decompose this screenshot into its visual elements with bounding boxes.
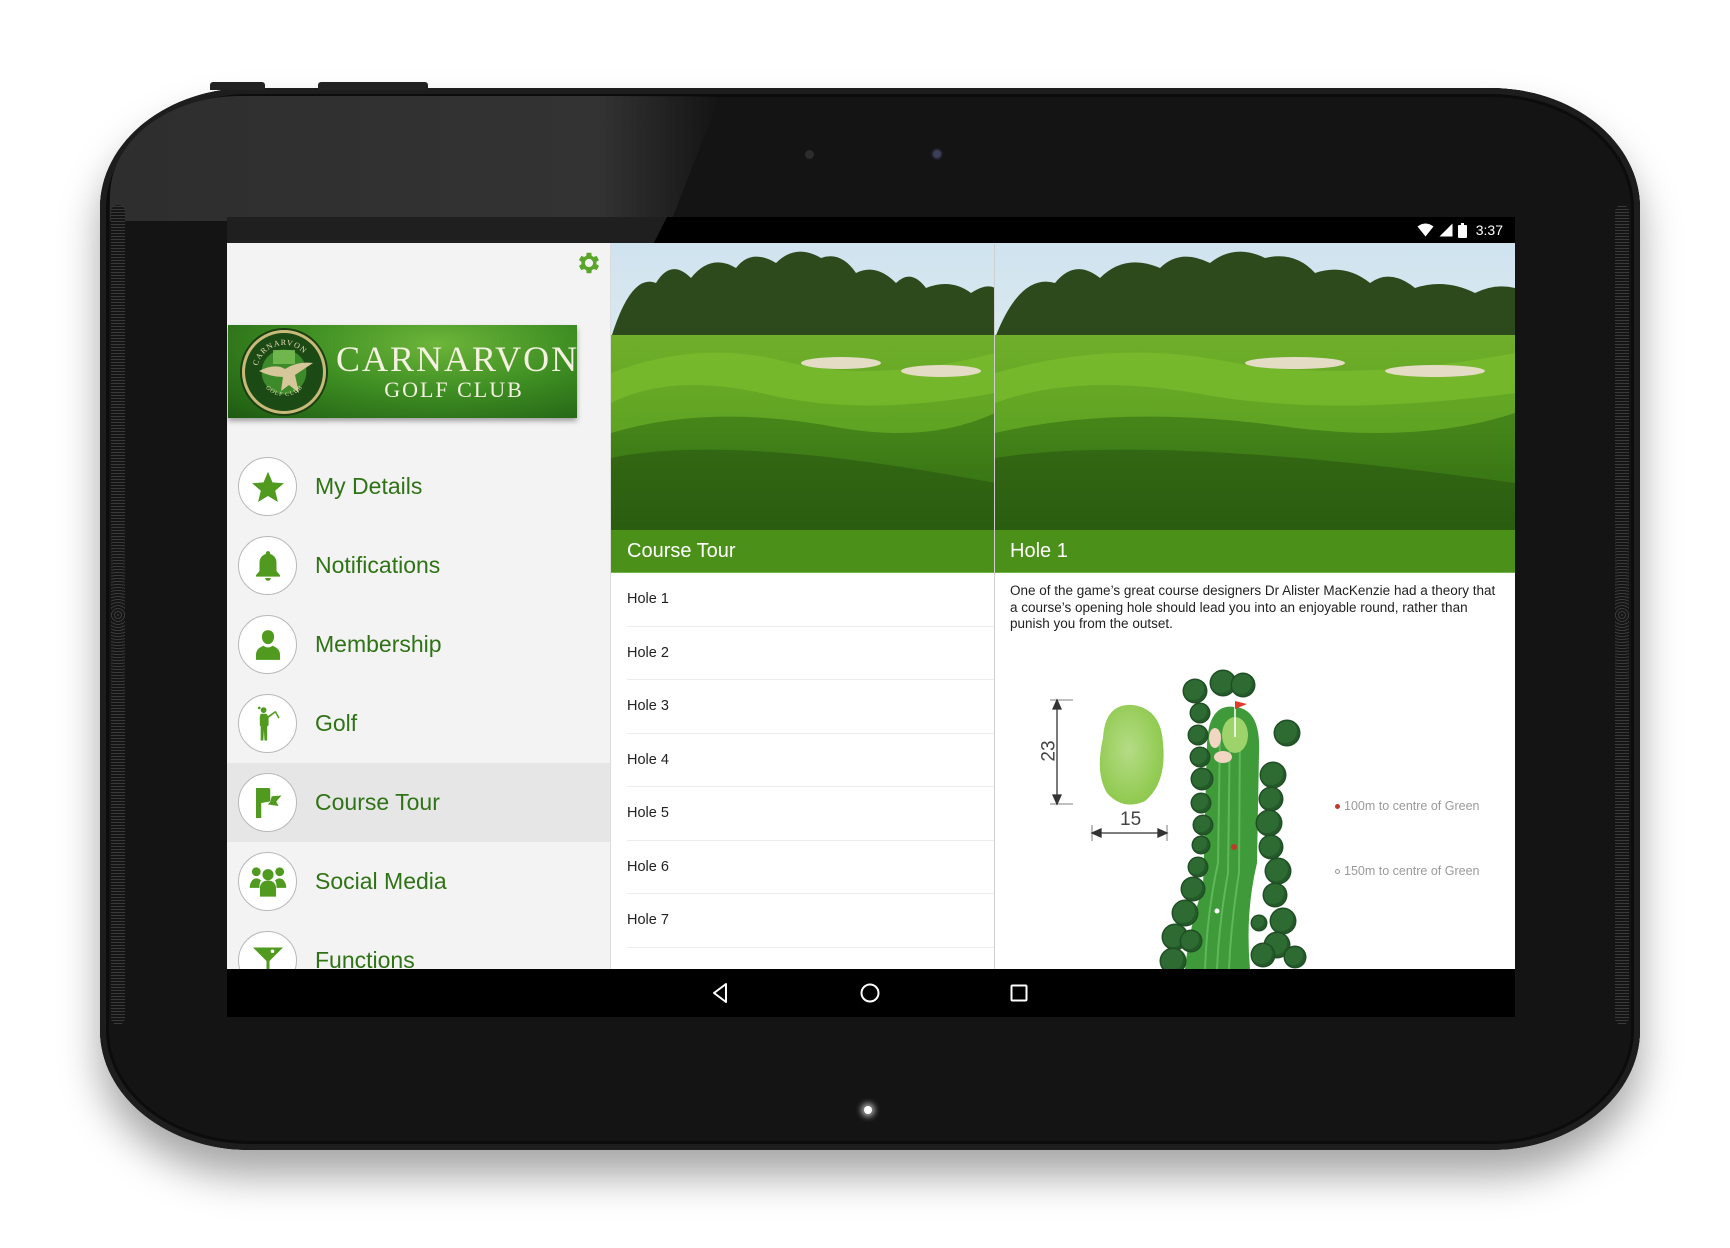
back-button[interactable] xyxy=(709,981,733,1005)
club-crest: CARNARVON GOLF CLUB xyxy=(242,330,326,414)
green-shape xyxy=(1099,704,1164,805)
hole-detail-panel: Hole 1 One of the game’s great course de… xyxy=(995,243,1515,969)
hole-list-item[interactable]: Hole 4 xyxy=(611,734,994,788)
course-tour-panel: Course Tour Hole 1 Hole 2 Hole 3 Hole 4 … xyxy=(611,243,995,969)
menu-icon-badge xyxy=(238,457,297,516)
drawer-menu: My Details Notifications Membership Golf… xyxy=(227,447,610,969)
menu-icon-badge xyxy=(238,694,297,753)
gear-icon[interactable] xyxy=(575,249,603,277)
hole-list-item[interactable]: Hole 1 xyxy=(611,573,994,627)
club-subtitle: GOLF CLUB xyxy=(384,377,524,402)
menu-label: Membership xyxy=(315,631,442,657)
menu-icon-badge xyxy=(238,773,297,832)
device-screen: 3:37 CARNARVON GOLF CLUB CARNARVON GOLF … xyxy=(227,217,1515,1017)
menu-label: Notifications xyxy=(315,552,441,578)
hole-detail-title: Hole 1 xyxy=(1010,540,1068,562)
green-width-label: 15 xyxy=(1120,809,1142,830)
hole-label: Hole 6 xyxy=(627,858,669,875)
hardware-button xyxy=(210,82,265,90)
menu-item-course-tour[interactable]: Course Tour xyxy=(227,763,610,842)
bell-icon xyxy=(255,550,280,581)
menu-item-membership[interactable]: Membership xyxy=(227,605,610,684)
hole-list-item[interactable]: Hole 6 xyxy=(611,841,994,895)
menu-icon-badge xyxy=(238,536,297,595)
hole-list-item[interactable]: Hole 5 xyxy=(611,787,994,841)
hole-list: Hole 1 Hole 2 Hole 3 Hole 4 Hole 5 Hole … xyxy=(611,573,994,948)
cell-signal-icon xyxy=(1439,223,1453,237)
speaker-grille-right xyxy=(1615,205,1629,1025)
hardware-button xyxy=(318,82,428,90)
menu-icon-badge xyxy=(238,852,297,911)
course-photo xyxy=(611,243,994,530)
bezel-glare xyxy=(110,96,720,221)
pin-flag-icon xyxy=(1235,701,1247,709)
hole-detail-header: Hole 1 xyxy=(995,530,1515,573)
app-window: CARNARVON GOLF CLUB CARNARVON GOLF CLUB … xyxy=(227,243,1515,969)
menu-label: Functions xyxy=(315,947,415,969)
hole-label: Hole 3 xyxy=(627,698,669,714)
course-tour-title: Course Tour xyxy=(627,540,736,562)
battery-icon xyxy=(1457,222,1467,238)
club-logo-banner: CARNARVON GOLF CLUB CARNARVON GOLF CLUB xyxy=(228,325,577,418)
status-icons: 3:37 xyxy=(1417,217,1503,243)
notification-led xyxy=(864,1106,872,1114)
camera-icon xyxy=(931,148,943,160)
status-bar-shade xyxy=(227,217,667,243)
menu-label: Course Tour xyxy=(315,789,440,815)
hole-photo xyxy=(995,243,1515,530)
group-icon xyxy=(249,866,286,897)
sensor-icon xyxy=(805,150,814,159)
club-name: CARNARVON xyxy=(336,339,580,379)
hole-label: Hole 2 xyxy=(627,644,669,661)
menu-item-social-media[interactable]: Social Media xyxy=(227,842,610,921)
legend-label: 150m to centre of Green xyxy=(1344,864,1480,878)
legend-100m: 100m to centre of Green xyxy=(1335,799,1480,813)
red-dot-icon xyxy=(1335,803,1340,809)
white-dot-icon xyxy=(1335,868,1340,874)
legend-150m: 150m to centre of Green xyxy=(1335,864,1480,878)
status-bar: 3:37 xyxy=(227,217,1515,243)
star-icon xyxy=(251,471,284,502)
menu-item-golf[interactable]: Golf xyxy=(227,684,610,763)
menu-item-functions[interactable]: Functions xyxy=(227,921,610,969)
eagle-icon: CARNARVON GOLF CLUB xyxy=(251,338,313,398)
menu-label: Social Media xyxy=(315,868,447,894)
hole-list-item[interactable]: Hole 2 xyxy=(611,627,994,681)
menu-icon-badge xyxy=(238,615,297,674)
hole-diagram: 100m to centre of Green 150m to centre o… xyxy=(995,623,1515,969)
green-depth-label: 23 xyxy=(1038,740,1060,762)
home-button[interactable] xyxy=(858,981,882,1005)
hole-label: Hole 5 xyxy=(627,805,669,821)
navigation-drawer: CARNARVON GOLF CLUB CARNARVON GOLF CLUB … xyxy=(227,243,611,969)
clock: 3:37 xyxy=(1475,222,1503,238)
system-nav-bar xyxy=(227,969,1515,1017)
recents-button[interactable] xyxy=(1007,981,1031,1005)
menu-item-my-details[interactable]: My Details xyxy=(227,447,610,526)
menu-label: Golf xyxy=(315,710,358,736)
person-icon xyxy=(255,629,280,660)
menu-item-notifications[interactable]: Notifications xyxy=(227,526,610,605)
legend-label: 100m to centre of Green xyxy=(1344,799,1480,813)
flag-icon xyxy=(255,787,281,818)
golfer-icon xyxy=(257,706,280,741)
hole-label: Hole 1 xyxy=(627,591,669,607)
hole-label: Hole 4 xyxy=(627,751,669,768)
hole-list-item[interactable]: Hole 3 xyxy=(611,680,994,734)
wifi-icon xyxy=(1417,223,1434,237)
course-tour-header: Course Tour xyxy=(611,530,994,573)
menu-label: My Details xyxy=(315,473,423,499)
hole-label: Hole 7 xyxy=(627,912,669,928)
fairway xyxy=(1185,706,1260,969)
cocktail-icon xyxy=(252,947,283,969)
speaker-grille-left xyxy=(111,205,125,1025)
hole-list-item[interactable]: Hole 7 xyxy=(611,894,994,948)
menu-icon-badge xyxy=(238,931,297,969)
